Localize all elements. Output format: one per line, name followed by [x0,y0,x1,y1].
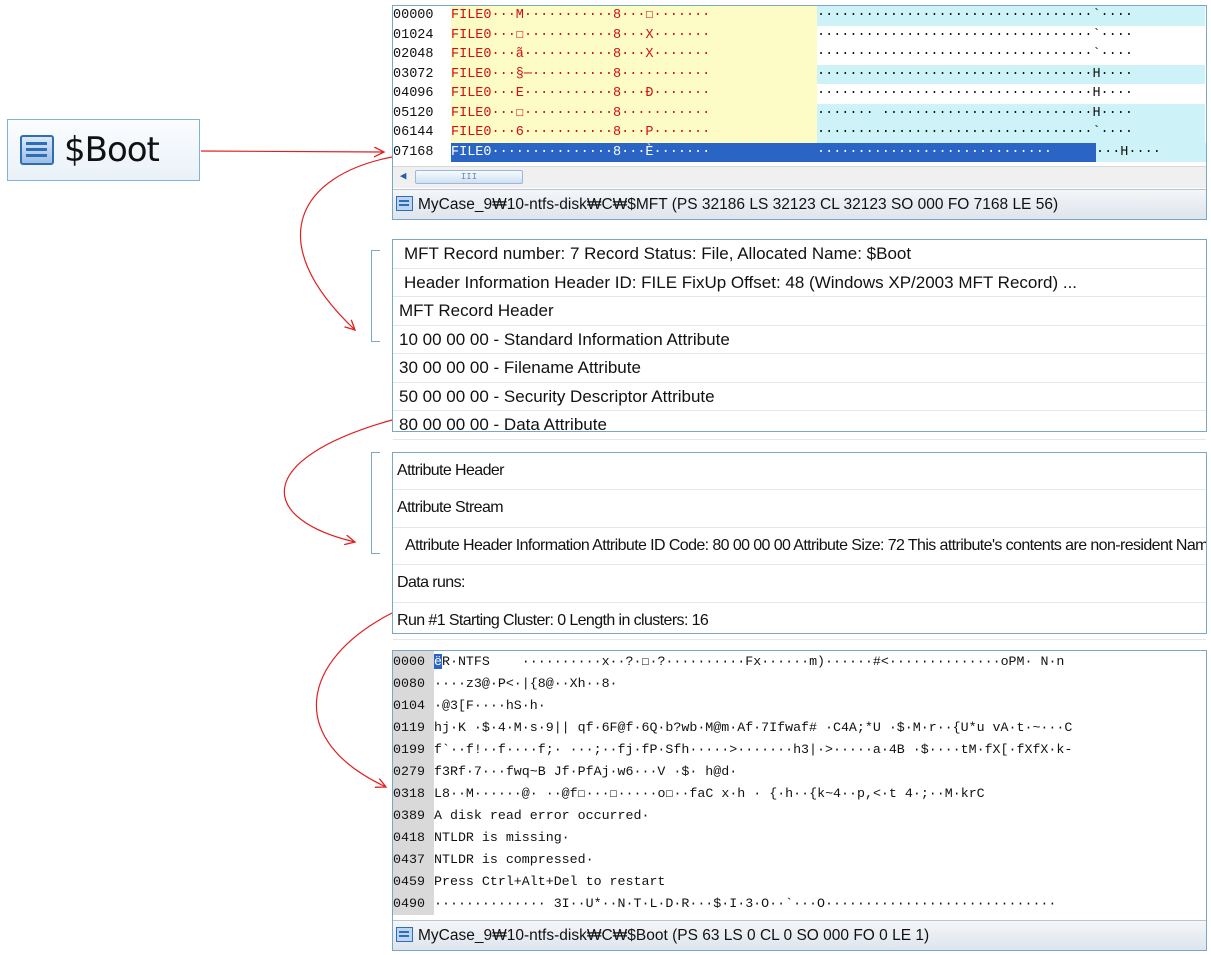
mft-status-bar: MyCase_9₩10-ntfs-disk₩C₩$MFT (PS 32186 L… [393,189,1206,219]
hex-row[interactable]: 0318 L8··M······@· ··@f☐···☐·····o☐··faC … [393,783,1206,805]
hex-row[interactable]: 01024 FILE0···☐···········8···X······· ···… [393,25,1206,45]
tree-item[interactable]: Data runs: [393,565,1206,603]
hex-row[interactable]: 0437 NTLDR is compressed· [393,849,1206,871]
tree-item[interactable]: MFT Record number: 7 Record Status: File… [393,240,1206,269]
mft-hex-view[interactable]: 00000 FILE0···M···········8···☐······· ···… [392,5,1207,220]
scroll-left-icon[interactable]: ◀ [395,170,411,184]
file-icon [396,196,413,211]
hex-row[interactable]: 0000 ëR·NTFS ··········x··?·☐·?··········… [393,651,1206,673]
file-record-icon [20,135,54,165]
boot-file-label: $Boot [64,130,160,170]
hex-row[interactable]: 06144 FILE0···6···········8···P······· ···… [393,123,1206,143]
hex-row[interactable]: 03072 FILE0···§─··········8··········· ···… [393,64,1206,84]
tree-item[interactable]: Header Information Header ID: FILE FixUp… [393,269,1206,297]
tree-item[interactable]: Attribute Header [393,453,1206,491]
mft-record-tree[interactable]: MFT Record number: 7 Record Status: File… [392,239,1207,440]
tree-item[interactable]: 50 00 00 00 - Security Descriptor Attrib… [393,383,1206,411]
hex-row[interactable]: 00000 FILE0···M···········8···☐······· ···… [393,6,1206,26]
boot-status-text: MyCase_9₩10-ntfs-disk₩C₩$Boot (PS 63 LS … [418,927,930,944]
hex-row[interactable]: 0104 ·@3[F····hS·h· [393,695,1206,717]
tree-item[interactable]: 30 00 00 00 - Filename Attribute [393,354,1206,383]
hex-row[interactable]: 0418 NTLDR is missing· [393,827,1206,849]
tree-item-data-attribute[interactable]: 80 00 00 00 - Data Attribute [393,411,1206,440]
hex-cursor: ë [434,654,442,669]
boot-hex-view[interactable]: 0000 ëR·NTFS ··········x··?·☐·?··········… [392,650,1207,951]
hex-row[interactable]: 0389 A disk read error occurred· [393,805,1206,827]
tree-item[interactable]: Attribute Stream [393,490,1206,528]
boot-status-bar: MyCase_9₩10-ntfs-disk₩C₩$Boot (PS 63 LS … [393,920,1206,950]
horizontal-scrollbar[interactable]: ◀ III [393,166,1206,188]
bracket [371,250,380,342]
hex-row[interactable]: 0490 ·············· 3I··U*··N·T·L·D·R···$… [393,893,1206,915]
hex-row[interactable]: 0080 ····z3@·P<·|{8@··Xh··8· [393,673,1206,695]
boot-file-item[interactable]: $Boot [7,119,200,181]
hex-row[interactable]: 0459 Press Ctrl+Alt+Del to restart [393,871,1206,893]
mft-status-text: MyCase_9₩10-ntfs-disk₩C₩$MFT (PS 32186 L… [418,196,1059,213]
bracket [371,452,380,554]
hex-row[interactable]: 0119 hj·K ·$·4·M·s·9|| qf·6F@f·6Q·b?wb·M@… [393,717,1206,739]
tree-item[interactable]: MFT Record Header [393,297,1206,326]
arrow-attribute-to-boot [316,612,393,787]
tree-item-data-run[interactable]: Run #1 Starting Cluster: 0 Length in clu… [393,603,1206,640]
attribute-tree[interactable]: Attribute Header Attribute Stream Attrib… [392,452,1207,640]
hex-row[interactable]: 05120 FILE0···☐···········8··········· ···… [393,103,1206,123]
hex-row[interactable]: 02048 FILE0···ã···········8···X······· ···… [393,45,1206,65]
scroll-thumb[interactable]: III [415,170,523,184]
hex-row-selected[interactable]: 07168 FILE0···············8···È······· ···… [393,142,1206,162]
hex-row[interactable]: 04096 FILE0···E···········8···Ð······· ···… [393,84,1206,104]
tree-item[interactable]: 10 00 00 00 - Standard Information Attri… [393,326,1206,354]
hex-row[interactable]: 0279 f3Rf·7···fwq~B Jf·PfAj·w6···V ·$· h@… [393,761,1206,783]
arrow-boot-to-mft [200,151,384,152]
tree-item[interactable]: Attribute Header Information Attribute I… [393,528,1206,566]
file-icon [396,927,413,942]
hex-row[interactable]: 0199 f`··f!··f····f;· ···;··fj·fP·Sfh····… [393,739,1206,761]
